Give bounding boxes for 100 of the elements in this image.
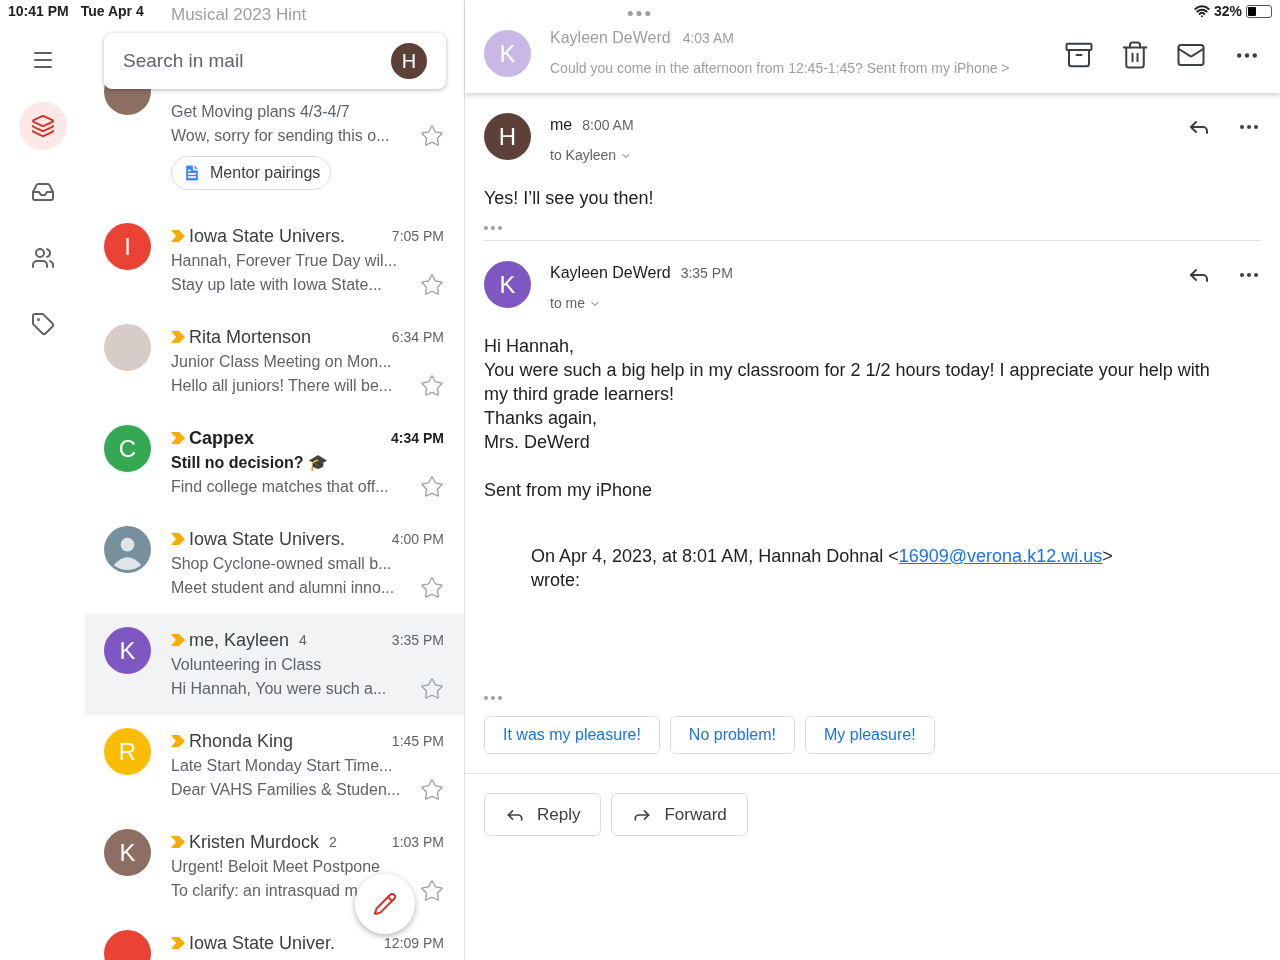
message-sender: Kayleen DeWerd: [550, 263, 671, 283]
wifi-icon: [1193, 3, 1210, 19]
message-sender: Kayleen DeWerd: [550, 28, 671, 48]
email-subject: Hannah, Forever True Day wil...: [171, 251, 398, 271]
delete-button[interactable]: [1120, 40, 1150, 70]
status-date: Tue Apr 4: [80, 1, 144, 21]
email-subject: Urgent! Beloit Meet Postpone: [171, 857, 381, 877]
avatar: C: [104, 425, 151, 472]
avatar: K: [484, 30, 531, 77]
smart-reply-button[interactable]: My pleasure!: [805, 716, 935, 754]
message-sender: me: [550, 115, 573, 135]
email-subject: Get Moving plans 4/3-4/7: [171, 102, 351, 122]
email-snippet: Hello all juniors! There will be...: [171, 376, 393, 396]
email-sender: Rhonda King: [189, 729, 294, 753]
importance-marker-icon: [171, 634, 185, 646]
email-subject: Late Start Monday Start Time...: [171, 756, 394, 776]
email-sender: Cappex: [189, 426, 255, 450]
recipient-toggle[interactable]: to Kayleen: [550, 145, 634, 166]
email-time: 1:45 PM: [391, 731, 444, 751]
pencil-icon: [373, 892, 397, 916]
email-subject: Volunteering in Class: [171, 655, 323, 675]
archive-button[interactable]: [1064, 40, 1094, 70]
star-icon[interactable]: [420, 778, 444, 802]
email-snippet: Meet student and alumni inno...: [171, 578, 395, 598]
people-icon: [30, 246, 55, 270]
avatar: K: [484, 261, 531, 308]
star-icon[interactable]: [420, 475, 444, 499]
email-time: 3:35 PM: [391, 630, 444, 650]
message-time: 8:00 AM: [582, 116, 634, 135]
quoted-header: On Apr 4, 2023, at 8:01 AM, Hannah Dohnal <16909@verona.k12.wi.us>: [531, 545, 1114, 568]
message-count: 4: [299, 630, 307, 650]
avatar: K: [104, 829, 151, 876]
avatar: H: [484, 113, 531, 160]
email-sender: Rita Mortenson: [189, 325, 312, 349]
email-time: 7:05 PM: [391, 226, 444, 246]
forward-button[interactable]: Forward: [611, 793, 748, 836]
more-icon: [627, 11, 651, 16]
label-icon: [30, 312, 55, 336]
email-subject: Junior Class Meeting on Mon...: [171, 352, 393, 372]
email-snippet: Wow, sorry for sending this o...: [171, 126, 390, 146]
message-count: 2: [329, 832, 337, 852]
star-icon[interactable]: [420, 879, 444, 903]
importance-marker-icon: [171, 533, 185, 545]
inbox-icon: [30, 180, 55, 204]
email-snippet: Stay up late with Iowa State...: [171, 275, 382, 295]
message-time: 4:03 AM: [682, 29, 735, 48]
smart-reply-button[interactable]: It was my pleasure!: [484, 716, 660, 754]
quoted-header: wrote:: [531, 569, 582, 592]
importance-marker-icon: [171, 230, 185, 242]
status-time: 10:41 PM: [8, 1, 69, 21]
more-icon: [1237, 52, 1257, 58]
email-snippet: To clarify: an intrasquad m: [171, 881, 358, 901]
more-icon[interactable]: [484, 226, 502, 230]
email-link[interactable]: 16909@verona.k12.wi.us: [898, 546, 1103, 566]
search-field[interactable]: Search in mail H: [104, 33, 446, 89]
email-time: 4:34 PM: [391, 428, 444, 448]
email-time: 12:09 PM: [384, 933, 444, 953]
email-sender: Iowa State Univer.: [189, 931, 336, 955]
importance-marker-icon: [171, 937, 185, 949]
email-subject: Musical 2023 Hint: [171, 5, 307, 24]
message-text: Thanks again,: [484, 407, 599, 430]
message-text: Mrs. DeWerd: [484, 431, 591, 454]
avatar: I: [104, 223, 151, 270]
email-time: 1:03 PM: [391, 832, 444, 852]
importance-marker-icon: [171, 432, 185, 444]
inbox-stack-icon: [30, 114, 55, 138]
email-subject: Shop Cyclone-owned small b...: [171, 554, 393, 574]
account-avatar[interactable]: H: [391, 43, 427, 79]
recipient-toggle[interactable]: to me: [550, 293, 733, 314]
email-row[interactable]: K me, Kayleen 4 3:35 PM Volunteering in Class Hi Hannah, You were such a...: [85, 614, 464, 715]
message-text: Yes! I’ll see you then!: [484, 187, 655, 210]
star-icon[interactable]: [420, 124, 444, 148]
importance-marker-icon: [171, 331, 185, 343]
star-icon[interactable]: [420, 273, 444, 297]
avatar: K: [104, 627, 151, 674]
email-sender: Iowa State Univers.: [189, 224, 346, 248]
battery-icon: [1246, 4, 1272, 18]
star-icon[interactable]: [420, 677, 444, 701]
importance-marker-icon: [171, 836, 185, 848]
avatar: R: [104, 728, 151, 775]
email-snippet: Dear VAHS Families & Studen...: [171, 780, 401, 800]
star-icon[interactable]: [420, 374, 444, 398]
star-icon[interactable]: [420, 576, 444, 600]
email-sender: Iowa State Univers.: [189, 527, 346, 551]
more-icon: [1240, 125, 1258, 129]
message-snippet: Could you come in the afternoon from 12:45-1:45? Sent from my iPhone >: [550, 59, 1010, 78]
email-snippet: Hi Hannah, You were such a...: [171, 679, 387, 699]
importance-marker-icon: [171, 735, 185, 747]
email-sender: me, Kayleen: [189, 628, 290, 652]
signature-text: Sent from my iPhone: [484, 479, 654, 502]
more-icon[interactable]: [484, 696, 502, 700]
smart-reply-button[interactable]: No problem!: [669, 716, 795, 754]
message-text: You were such a big help in my classroom for 2 1/2 hours today! I appreciate your help with my third grade learners!: [484, 359, 1211, 406]
more-icon: [1240, 273, 1258, 277]
email-subject: Still no decision? 🎓: [171, 453, 329, 473]
reply-button[interactable]: Reply: [484, 793, 602, 836]
battery-percent: 32%: [1213, 1, 1242, 21]
email-time: 6:34 PM: [391, 327, 444, 347]
rail-item[interactable]: [18, 102, 67, 150]
email-time: 4:00 PM: [391, 529, 444, 549]
